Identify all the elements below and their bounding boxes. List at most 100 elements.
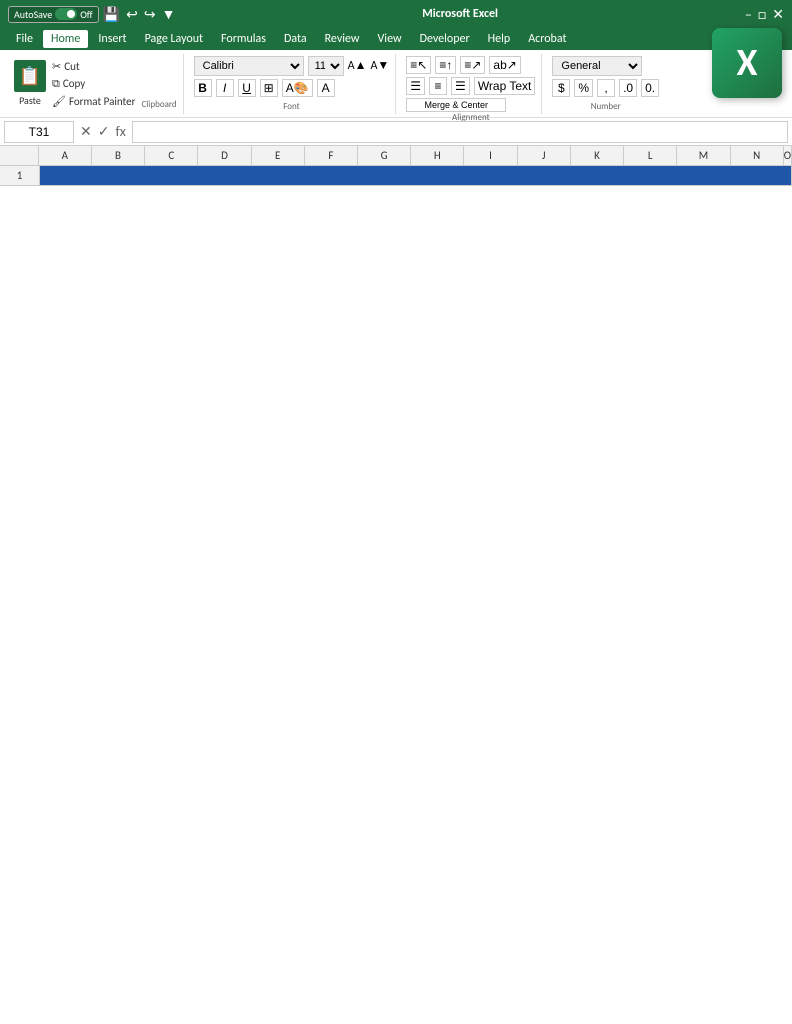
font-top-row: Calibri 11 A▲ A▼ <box>194 56 390 76</box>
align-top-right-button[interactable]: ≡↗ <box>460 56 485 74</box>
menu-data[interactable]: Data <box>276 30 315 48</box>
col-header-d[interactable]: D <box>198 146 251 165</box>
alignment-merge-row: Merge & Center <box>406 98 535 112</box>
col-header-g[interactable]: G <box>358 146 411 165</box>
fill-color-button[interactable]: A🎨 <box>282 79 313 97</box>
currency-button[interactable]: $ <box>552 79 570 97</box>
font-group-label: Font <box>283 101 299 112</box>
col-header-f[interactable]: F <box>305 146 358 165</box>
menu-formulas[interactable]: Formulas <box>213 30 274 48</box>
col-header-c[interactable]: C <box>145 146 198 165</box>
autosave-pill[interactable]: AutoSave Off <box>8 6 99 23</box>
decrease-decimal-button[interactable]: 0. <box>641 79 659 97</box>
col-header-j[interactable]: J <box>518 146 571 165</box>
excel-icon: X <box>712 28 782 98</box>
align-center-button[interactable]: ≡ <box>429 77 447 95</box>
number-format-select[interactable]: General <box>552 56 642 76</box>
menu-review[interactable]: Review <box>317 30 368 48</box>
align-top-center-button[interactable]: ≡↑ <box>435 56 456 74</box>
insert-function-icon[interactable]: fx <box>115 123 125 140</box>
sheet-row-1: 1 Excel 101 <box>0 166 792 186</box>
menu-acrobat[interactable]: Acrobat <box>520 30 574 48</box>
font-color-button[interactable]: A <box>317 79 335 97</box>
font-size-select[interactable]: 11 <box>308 56 344 76</box>
maximize-button[interactable]: □ <box>758 6 766 23</box>
close-button[interactable]: ✕ <box>772 6 784 23</box>
autosave-toggle[interactable] <box>55 8 77 20</box>
column-headers: A B C D E F G H I J K L M N O <box>0 146 792 166</box>
spreadsheet: 1 Excel 101 <box>0 166 792 186</box>
format-painter-label: Format Painter <box>69 95 135 108</box>
col-header-b[interactable]: B <box>92 146 145 165</box>
align-left-button[interactable]: ☰ <box>406 77 425 95</box>
scissors-icon: ✂ <box>52 60 61 73</box>
number-buttons-row: $ % , .0 0. <box>552 79 659 97</box>
increase-decimal-button[interactable]: .0 <box>619 79 637 97</box>
number-controls: General $ % , .0 0. <box>552 56 659 97</box>
save-icon[interactable]: 💾 <box>103 6 120 23</box>
excel-app: X AutoSave Off 💾 ↩ ↪ ▼ Microsoft Excel –… <box>0 0 792 186</box>
bold-button[interactable]: B <box>194 79 212 97</box>
paste-label: Paste <box>19 94 41 107</box>
redo-icon[interactable]: ↪ <box>144 6 156 23</box>
col-header-l[interactable]: L <box>624 146 677 165</box>
align-top-left-button[interactable]: ≡↖ <box>406 56 431 74</box>
increase-font-button[interactable]: A▲ <box>348 58 367 73</box>
copy-button[interactable]: ⧉ Copy <box>50 76 137 92</box>
confirm-formula-icon[interactable]: ✓ <box>98 123 110 140</box>
col-header-o[interactable]: O <box>784 146 792 165</box>
row-num-1: 1 <box>0 166 40 185</box>
col-header-k[interactable]: K <box>571 146 624 165</box>
font-controls: Calibri 11 A▲ A▼ B I U ⊞ A🎨 A <box>194 56 390 97</box>
brush-icon: 🖌 <box>52 95 66 108</box>
col-header-i[interactable]: I <box>464 146 517 165</box>
col-header-a[interactable]: A <box>39 146 92 165</box>
customize-icon[interactable]: ▼ <box>162 6 176 23</box>
minimize-button[interactable]: – <box>745 6 752 23</box>
cell-reference-box[interactable] <box>4 121 74 143</box>
font-bottom-row: B I U ⊞ A🎨 A <box>194 79 390 97</box>
merge-center-button[interactable]: Merge & Center <box>406 98 506 112</box>
undo-icon[interactable]: ↩ <box>126 6 138 23</box>
align-right-button[interactable]: ☰ <box>451 77 470 95</box>
font-name-select[interactable]: Calibri <box>194 56 304 76</box>
clipboard-group-label: Clipboard <box>141 99 176 112</box>
menu-help[interactable]: Help <box>480 30 519 48</box>
cancel-formula-icon[interactable]: ✕ <box>80 123 92 140</box>
copy-icon: ⧉ <box>52 77 60 91</box>
cut-button[interactable]: ✂ Cut <box>50 59 137 74</box>
format-painter-button[interactable]: 🖌 Format Painter <box>50 94 137 109</box>
alignment-group: ≡↖ ≡↑ ≡↗ ab↗ ☰ ≡ ☰ Wrap Text Merge & Cen… <box>400 54 542 114</box>
font-group: Calibri 11 A▲ A▼ B I U ⊞ A🎨 A Font <box>188 54 397 114</box>
cut-label: Cut <box>64 60 79 73</box>
border-button[interactable]: ⊞ <box>260 79 278 97</box>
col-header-n[interactable]: N <box>731 146 784 165</box>
col-header-e[interactable]: E <box>252 146 305 165</box>
col-header-m[interactable]: M <box>677 146 730 165</box>
wrap-text-button[interactable]: Wrap Text <box>474 77 536 95</box>
menu-bar: File Home Insert Page Layout Formulas Da… <box>0 28 792 50</box>
copy-label: Copy <box>63 77 85 90</box>
menu-page-layout[interactable]: Page Layout <box>137 30 211 48</box>
col-header-h[interactable]: H <box>411 146 464 165</box>
menu-developer[interactable]: Developer <box>412 30 478 48</box>
flyer-cell[interactable]: Excel 101 WED. & FRI. 3/3/21 & 3/5/21 2 … <box>40 166 792 185</box>
quick-access-icons: 💾 ↩ ↪ ▼ <box>103 6 176 23</box>
autosave-label: AutoSave <box>14 8 52 21</box>
menu-file[interactable]: File <box>8 30 41 48</box>
formula-input[interactable] <box>132 121 788 143</box>
percent-button[interactable]: % <box>574 79 593 97</box>
underline-button[interactable]: U <box>238 79 256 97</box>
window-controls: – □ ✕ <box>745 6 784 23</box>
number-group: General $ % , .0 0. Number <box>546 54 665 114</box>
menu-view[interactable]: View <box>370 30 410 48</box>
italic-button[interactable]: I <box>216 79 234 97</box>
menu-insert[interactable]: Insert <box>90 30 134 48</box>
orientation-button[interactable]: ab↗ <box>489 56 520 74</box>
decrease-font-button[interactable]: A▼ <box>370 58 389 73</box>
clipboard-group: 📋 Paste ✂ Cut ⧉ Copy 🖌 Format Painter Cl… <box>8 54 184 114</box>
menu-home[interactable]: Home <box>43 30 88 48</box>
comma-button[interactable]: , <box>597 79 615 97</box>
paste-button[interactable]: 📋 Paste <box>14 60 46 107</box>
corner-cell <box>0 146 39 165</box>
